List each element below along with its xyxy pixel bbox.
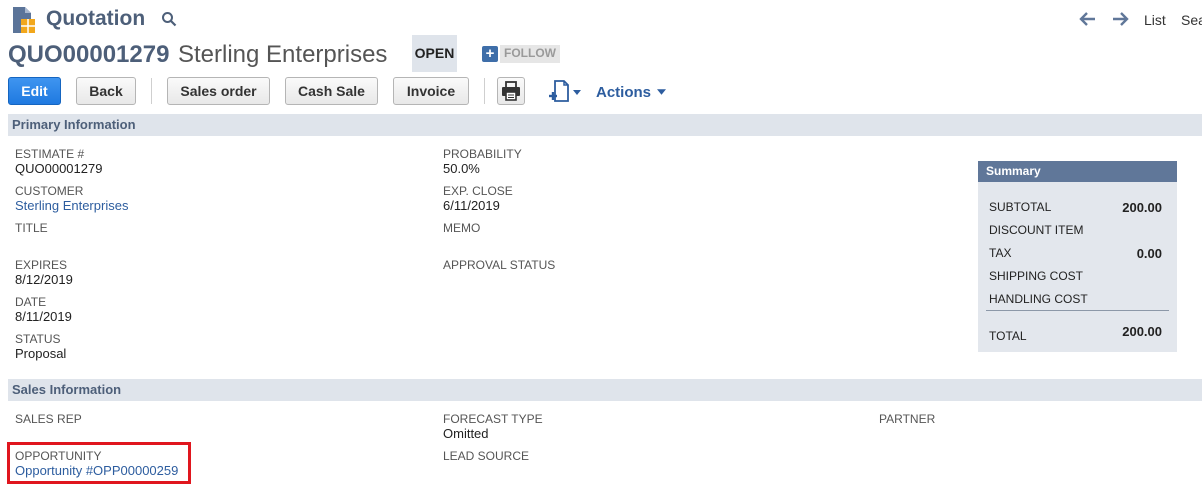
date-value: 8/11/2019 bbox=[15, 309, 72, 324]
total-value: 200.00 bbox=[1122, 324, 1162, 339]
record-customer-name: Sterling Enterprises bbox=[178, 41, 388, 68]
handling-cost-label: HANDLING COST bbox=[989, 292, 1088, 306]
shipping-cost-label: SHIPPING COST bbox=[989, 269, 1084, 283]
status-badge: OPEN bbox=[412, 35, 457, 72]
arrow-right-icon[interactable] bbox=[1111, 11, 1129, 27]
lead-source-label: LEAD SOURCE bbox=[443, 449, 530, 463]
actions-label: Actions bbox=[596, 84, 652, 101]
toolbar-divider bbox=[151, 78, 152, 104]
search-link[interactable]: Sea bbox=[1181, 12, 1202, 28]
search-icon[interactable] bbox=[161, 11, 177, 27]
forecast-type-value: Omitted bbox=[443, 426, 489, 441]
arrow-left-icon[interactable] bbox=[1079, 11, 1097, 27]
partner-label: PARTNER bbox=[879, 412, 936, 426]
follow-button[interactable]: + FOLLOW bbox=[482, 45, 560, 63]
record-number: QUO00001279 bbox=[8, 41, 170, 68]
total-label: TOTAL bbox=[989, 329, 1027, 343]
subtotal-label: SUBTOTAL bbox=[989, 200, 1052, 214]
sales-rep-label: SALES REP bbox=[15, 412, 82, 426]
print-button[interactable] bbox=[497, 77, 525, 105]
title-label: TITLE bbox=[15, 221, 48, 235]
summary-header: Summary bbox=[978, 161, 1177, 182]
chevron-down-icon bbox=[657, 89, 667, 95]
estimate-number-value: QUO00001279 bbox=[15, 161, 103, 176]
edit-button[interactable]: Edit bbox=[8, 77, 61, 105]
customer-label: CUSTOMER bbox=[15, 184, 84, 198]
summary-panel: Summary SUBTOTAL 200.00 DISCOUNT ITEM TA… bbox=[978, 161, 1177, 352]
quotation-document-icon bbox=[13, 7, 35, 33]
follow-label: FOLLOW bbox=[500, 45, 560, 63]
exp-close-value: 6/11/2019 bbox=[443, 198, 500, 213]
opportunity-highlight-box bbox=[7, 442, 191, 484]
forecast-type-label: FORECAST TYPE bbox=[443, 412, 543, 426]
cash-sale-button[interactable]: Cash Sale bbox=[285, 77, 378, 105]
status-label: STATUS bbox=[15, 332, 61, 346]
new-document-menu-icon[interactable] bbox=[547, 79, 583, 105]
memo-label: MEMO bbox=[443, 221, 481, 235]
customer-link[interactable]: Sterling Enterprises bbox=[15, 198, 128, 213]
expires-label: EXPIRES bbox=[15, 258, 68, 272]
sales-order-button[interactable]: Sales order bbox=[167, 77, 270, 105]
summary-divider bbox=[986, 310, 1169, 311]
invoice-button[interactable]: Invoice bbox=[393, 77, 469, 105]
estimate-number-label: ESTIMATE # bbox=[15, 147, 85, 161]
back-button[interactable]: Back bbox=[76, 77, 136, 105]
toolbar-divider bbox=[484, 78, 485, 104]
date-label: DATE bbox=[15, 295, 47, 309]
tax-value: 0.00 bbox=[1136, 246, 1162, 261]
tax-label: TAX bbox=[989, 246, 1012, 260]
expires-value: 8/12/2019 bbox=[15, 272, 73, 287]
approval-status-label: APPROVAL STATUS bbox=[443, 258, 556, 272]
list-link[interactable]: List bbox=[1144, 12, 1166, 28]
exp-close-label: EXP. CLOSE bbox=[443, 184, 513, 198]
status-value: Proposal bbox=[15, 346, 67, 361]
actions-menu[interactable]: Actions bbox=[596, 84, 667, 101]
record-type-title: Quotation bbox=[46, 7, 146, 30]
print-icon bbox=[502, 81, 520, 101]
probability-label: PROBABILITY bbox=[443, 147, 522, 161]
sales-information-section-header[interactable]: Sales Information bbox=[8, 379, 1202, 401]
subtotal-value: 200.00 bbox=[1122, 200, 1162, 215]
probability-value: 50.0% bbox=[443, 161, 480, 176]
primary-information-section-header[interactable]: Primary Information bbox=[8, 114, 1202, 136]
discount-item-label: DISCOUNT ITEM bbox=[989, 223, 1084, 237]
plus-icon: + bbox=[482, 46, 498, 62]
